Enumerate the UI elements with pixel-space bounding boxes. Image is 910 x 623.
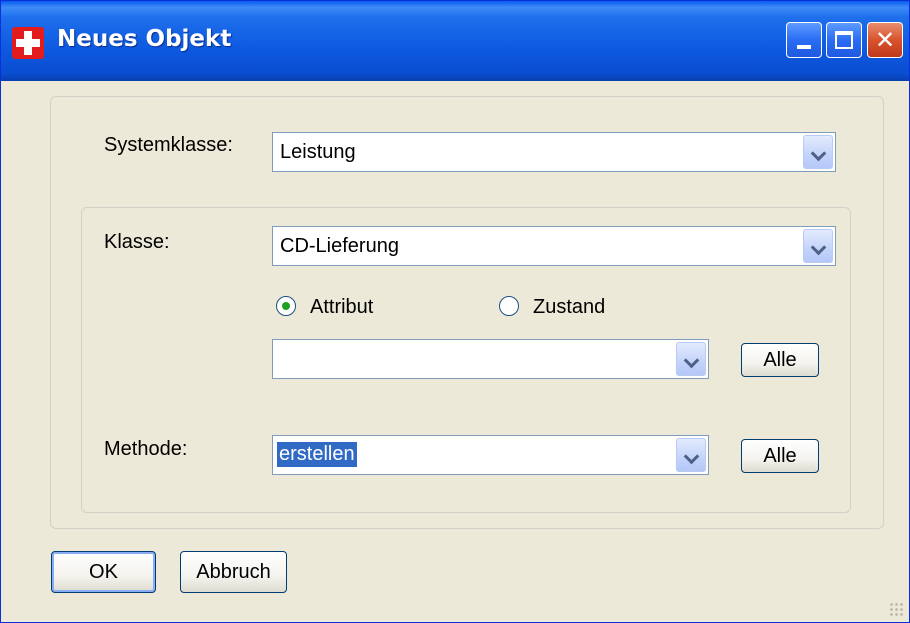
klasse-label: Klasse:	[104, 231, 170, 253]
alle-methode-label: Alle	[763, 445, 797, 467]
dialog-window: Neues Objekt ✕ Systemklasse: Leistung Kl…	[0, 0, 910, 623]
title-bar[interactable]: Neues Objekt ✕	[1, 1, 909, 81]
radio-zustand[interactable]	[499, 296, 519, 316]
attribut-combobox[interactable]	[272, 339, 709, 379]
systemklasse-label: Systemklasse:	[104, 134, 233, 156]
maximize-button[interactable]	[826, 22, 862, 58]
radio-zustand-label[interactable]: Zustand	[533, 296, 605, 319]
systemklasse-value: Leistung	[280, 141, 356, 163]
app-cross-icon	[12, 27, 44, 59]
close-icon: ✕	[874, 26, 896, 54]
methode-label: Methode:	[104, 438, 188, 460]
ok-button[interactable]: OK	[51, 551, 156, 593]
cancel-button[interactable]: Abbruch	[180, 551, 287, 593]
methode-value: erstellen	[277, 442, 357, 467]
klasse-combobox[interactable]: CD-Lieferung	[272, 226, 836, 266]
chevron-down-icon[interactable]	[803, 135, 833, 169]
minimize-button[interactable]	[786, 22, 822, 58]
chevron-down-icon[interactable]	[803, 229, 833, 263]
close-button[interactable]: ✕	[867, 22, 903, 58]
radio-attribut-label[interactable]: Attribut	[310, 296, 373, 319]
minimize-icon	[797, 45, 811, 49]
cancel-label: Abbruch	[196, 561, 271, 583]
resize-grip-icon[interactable]	[889, 602, 903, 616]
ok-label: OK	[89, 561, 118, 583]
klasse-value: CD-Lieferung	[280, 235, 399, 257]
alle-attribut-label: Alle	[763, 349, 797, 371]
radio-attribut[interactable]	[276, 296, 296, 316]
systemklasse-combobox[interactable]: Leistung	[272, 132, 836, 172]
maximize-icon	[835, 31, 853, 49]
alle-methode-button[interactable]: Alle	[741, 439, 819, 473]
window-title: Neues Objekt	[57, 26, 232, 52]
chevron-down-icon[interactable]	[676, 342, 706, 376]
methode-combobox[interactable]: erstellen	[272, 435, 709, 475]
alle-attribut-button[interactable]: Alle	[741, 343, 819, 377]
chevron-down-icon[interactable]	[676, 438, 706, 472]
